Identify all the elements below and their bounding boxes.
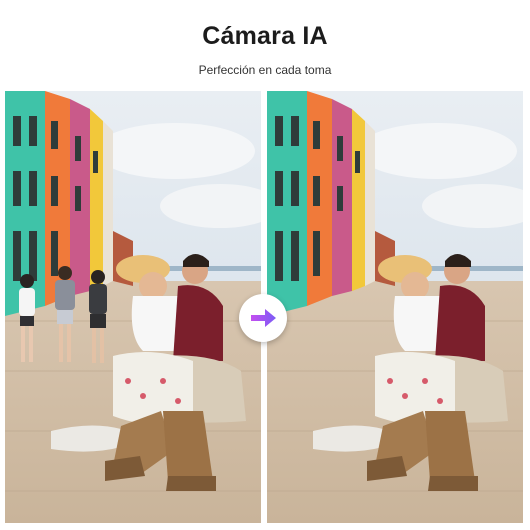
page-subtitle: Perfección en cada toma: [198, 63, 332, 77]
before-photo: [5, 91, 261, 523]
arrow-right-icon: [251, 309, 276, 327]
page-title: Cámara IA: [202, 22, 328, 50]
after-photo: [267, 91, 523, 523]
compare-arrow-button[interactable]: [239, 294, 287, 342]
